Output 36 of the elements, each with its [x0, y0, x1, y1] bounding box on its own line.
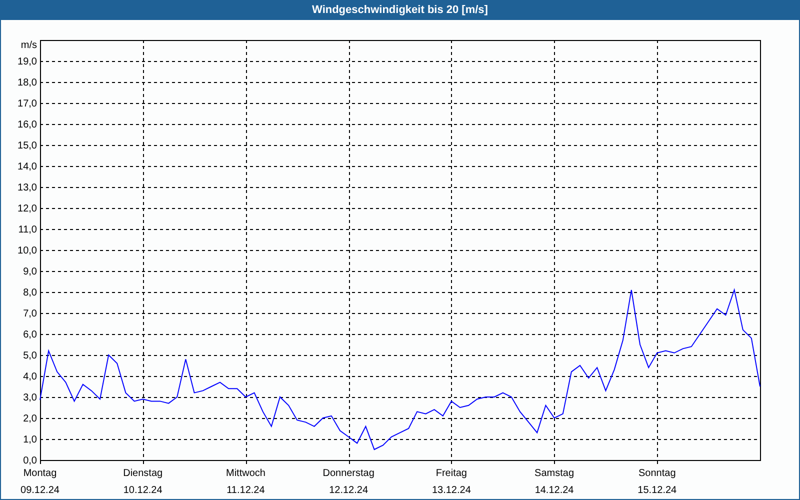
y-tick-label: 5,0: [23, 350, 37, 362]
y-tick-label: 13,0: [18, 182, 37, 194]
x-tick-label: 13.12.24: [432, 485, 471, 496]
y-tick-label: 7,0: [23, 308, 37, 320]
y-tick-label: 12,0: [18, 204, 37, 214]
y-tick-label: 15,0: [18, 140, 37, 152]
y-tick-label: 14,0: [18, 162, 37, 172]
x-tick-weekday: Dienstag: [123, 468, 163, 479]
x-tick-label: 12.12.24: [329, 485, 368, 496]
y-tick-label: 19,0: [18, 56, 37, 68]
x-tick-weekday: Mittwoch: [226, 468, 266, 479]
window-title: Windgeschwindigkeit bis 20 [m/s]: [1, 0, 799, 20]
y-tick-label: 2,0: [23, 414, 37, 424]
x-tick-label: 09.12.24: [20, 485, 60, 496]
y-tick-label: 18,0: [18, 78, 37, 88]
x-tick-label: 14.12.24: [534, 485, 574, 496]
y-tick-label: 0,0: [23, 456, 37, 466]
y-tick-label: 6,0: [23, 330, 37, 340]
x-tick-weekday: Sonntag: [638, 468, 676, 479]
y-axis-unit: m/s: [20, 40, 37, 51]
x-tick-label: 11.12.24: [226, 485, 265, 496]
y-tick-label: 9,0: [23, 266, 37, 278]
x-tick-weekday: Montag: [23, 468, 57, 479]
y-tick-label: 11,0: [18, 224, 37, 236]
y-tick-label: 3,0: [23, 392, 37, 404]
x-tick-weekday: Freitag: [436, 468, 467, 479]
y-tick-label: 4,0: [23, 372, 37, 382]
x-tick-label: 10.12.24: [123, 485, 162, 496]
y-tick-label: 17,0: [18, 98, 37, 110]
y-tick-label: 1,0: [23, 434, 37, 446]
x-tick-weekday: Donnerstag: [322, 468, 374, 479]
x-tick-label: 15.12.24: [638, 485, 677, 496]
y-tick-label: 8,0: [23, 288, 37, 298]
y-tick-label: 10,0: [18, 246, 37, 256]
y-tick-label: 16,0: [18, 120, 37, 130]
x-tick-weekday: Samstag: [534, 468, 574, 479]
